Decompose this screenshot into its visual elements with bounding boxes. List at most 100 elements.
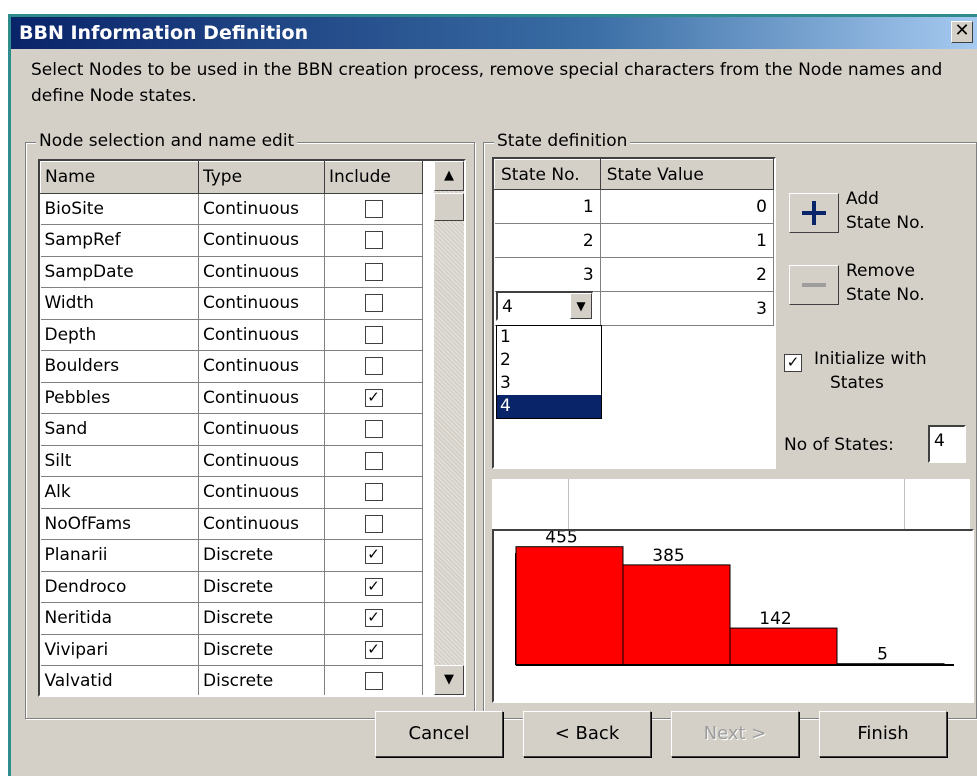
node-type-cell: Discrete: [198, 539, 325, 572]
back-button[interactable]: < Back: [523, 711, 651, 757]
table-row[interactable]: 10: [494, 189, 774, 224]
include-checkbox[interactable]: [364, 514, 383, 533]
table-row[interactable]: Silt Continuous: [40, 445, 423, 477]
node-name-cell[interactable]: Pebbles: [40, 382, 199, 414]
node-name-cell[interactable]: SampDate: [40, 256, 199, 288]
table-row[interactable]: 21: [494, 223, 774, 258]
column-header-type[interactable]: Type: [198, 161, 325, 194]
initialize-checkbox-box[interactable]: ✓: [784, 354, 802, 372]
initialize-checkbox[interactable]: ✓: [784, 353, 802, 373]
include-checkbox[interactable]: ✓: [364, 609, 383, 628]
state-definition-group: State definition State No. State Value 1…: [483, 131, 977, 719]
column-header-state-no[interactable]: State No.: [494, 159, 601, 190]
node-name-cell[interactable]: SampRef: [40, 224, 199, 257]
include-checkbox[interactable]: [364, 199, 383, 218]
state-no-cell[interactable]: 3: [494, 257, 601, 292]
node-name-cell[interactable]: Depth: [40, 319, 199, 351]
table-row[interactable]: 32: [494, 257, 774, 292]
table-row[interactable]: Vivipari Discrete ✓: [40, 634, 423, 666]
include-checkbox[interactable]: [364, 262, 383, 281]
cancel-button[interactable]: Cancel: [375, 711, 503, 757]
dropdown-option[interactable]: 4: [497, 395, 601, 418]
table-row[interactable]: SampRef Continuous: [40, 224, 423, 257]
node-type-cell: Discrete: [198, 571, 325, 603]
scroll-down-icon[interactable]: ▼: [434, 665, 464, 695]
table-row[interactable]: Planarii Discrete ✓: [40, 539, 423, 572]
state-histogram-chart: 455 385 142 5: [515, 528, 954, 666]
plus-icon: [802, 201, 826, 225]
add-state-label-line2: State No.: [846, 213, 925, 233]
initialize-label: Initialize with States: [814, 347, 927, 395]
add-state-button[interactable]: [789, 193, 839, 233]
table-row[interactable]: Depth Continuous: [40, 319, 423, 351]
no-of-states-input[interactable]: 4: [928, 425, 966, 463]
state-no-dropdown[interactable]: 1234: [496, 325, 602, 419]
node-name-cell[interactable]: Width: [40, 287, 199, 320]
table-row[interactable]: Valvatid Discrete: [40, 665, 423, 695]
state-value-cell[interactable]: 1: [600, 223, 774, 258]
include-checkbox[interactable]: ✓: [364, 577, 383, 596]
dropdown-option[interactable]: 3: [497, 372, 601, 395]
node-type-cell: Continuous: [198, 193, 325, 225]
node-name-cell[interactable]: Valvatid: [40, 665, 199, 695]
include-checkbox[interactable]: [364, 294, 383, 313]
include-checkbox[interactable]: ✓: [364, 640, 383, 659]
state-value-cell[interactable]: 2: [600, 257, 774, 292]
chevron-down-icon[interactable]: ▼: [570, 293, 592, 319]
node-name-cell[interactable]: Boulders: [40, 350, 199, 383]
node-type-cell: Discrete: [198, 665, 325, 695]
state-value-cell[interactable]: 3: [600, 291, 774, 326]
column-header-name[interactable]: Name: [40, 161, 199, 194]
next-button[interactable]: Next >: [671, 711, 799, 757]
node-name-cell[interactable]: Vivipari: [40, 634, 199, 666]
state-value-cell[interactable]: 0: [600, 189, 774, 224]
include-checkbox[interactable]: [364, 420, 383, 439]
include-checkbox[interactable]: [364, 483, 383, 502]
include-checkbox[interactable]: ✓: [364, 388, 383, 407]
table-row[interactable]: Dendroco Discrete ✓: [40, 571, 423, 603]
include-checkbox[interactable]: [364, 357, 383, 376]
node-name-cell[interactable]: Planarii: [40, 539, 199, 572]
state-no-cell[interactable]: 1: [494, 189, 601, 224]
scroll-up-icon[interactable]: ▲: [434, 161, 464, 191]
node-type-cell: Continuous: [198, 224, 325, 257]
table-row[interactable]: Neritida Discrete ✓: [40, 602, 423, 635]
remove-state-button[interactable]: [789, 265, 839, 305]
table-row[interactable]: Sand Continuous: [40, 413, 423, 446]
include-checkbox[interactable]: [364, 451, 383, 470]
column-header-state-value[interactable]: State Value: [599, 159, 774, 190]
include-cell: ✓: [324, 602, 423, 635]
table-row[interactable]: NoOfFams Continuous: [40, 508, 423, 540]
table-row[interactable]: Width Continuous: [40, 287, 423, 320]
finish-button[interactable]: Finish: [819, 711, 947, 757]
dropdown-option[interactable]: 1: [497, 326, 601, 349]
remove-state-label: Remove State No.: [846, 259, 925, 307]
table-row[interactable]: SampDate Continuous: [40, 256, 423, 288]
node-type-cell: Continuous: [198, 445, 325, 477]
node-name-cell[interactable]: NoOfFams: [40, 508, 199, 540]
state-no-combobox[interactable]: 4 ▼: [496, 291, 594, 321]
node-name-cell[interactable]: Neritida: [40, 602, 199, 635]
include-checkbox[interactable]: ✓: [364, 546, 383, 565]
state-no-cell[interactable]: 2: [494, 223, 601, 258]
include-checkbox[interactable]: [364, 325, 383, 344]
node-name-cell[interactable]: Sand: [40, 413, 199, 446]
node-name-cell[interactable]: Silt: [40, 445, 199, 477]
node-name-cell[interactable]: Dendroco: [40, 571, 199, 603]
node-grid[interactable]: Name Type Include BioSite Continuous SampR…: [38, 159, 466, 697]
window-title: BBN Information Definition: [19, 22, 309, 44]
close-icon[interactable]: ✕: [951, 21, 973, 43]
state-grid[interactable]: State No. State Value 1021323 4 ▼ 1234: [492, 157, 776, 469]
table-row[interactable]: BioSite Continuous: [40, 193, 423, 225]
dropdown-option[interactable]: 2: [497, 349, 601, 372]
node-name-cell[interactable]: BioSite: [40, 193, 199, 225]
table-row[interactable]: Alk Continuous: [40, 476, 423, 509]
include-checkbox[interactable]: [364, 231, 383, 250]
scroll-thumb[interactable]: [434, 193, 464, 221]
node-grid-scrollbar[interactable]: ▲ ▼: [434, 161, 464, 695]
table-row[interactable]: Pebbles Continuous ✓: [40, 382, 423, 414]
include-checkbox[interactable]: [364, 672, 383, 691]
column-header-include[interactable]: Include: [324, 161, 423, 194]
node-name-cell[interactable]: Alk: [40, 476, 199, 509]
table-row[interactable]: Boulders Continuous: [40, 350, 423, 383]
